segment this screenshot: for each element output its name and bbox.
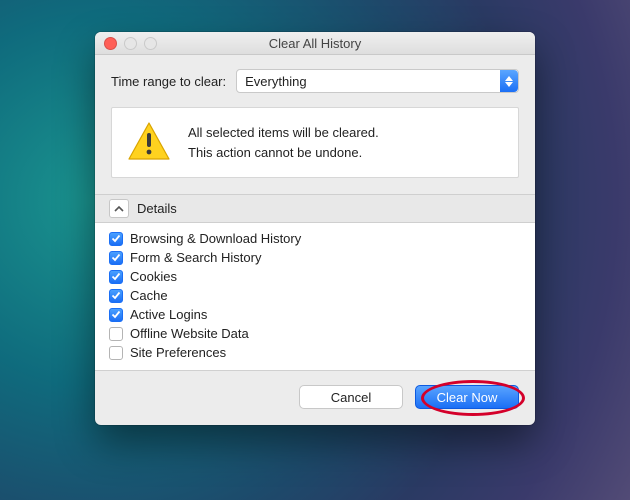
checkbox-label: Site Preferences bbox=[130, 345, 226, 360]
checkbox[interactable] bbox=[109, 327, 123, 341]
checkbox-row[interactable]: Form & Search History bbox=[109, 248, 521, 267]
checkbox-label: Cookies bbox=[130, 269, 177, 284]
checkbox[interactable] bbox=[109, 270, 123, 284]
checkbox[interactable] bbox=[109, 308, 123, 322]
cancel-button-label: Cancel bbox=[331, 390, 371, 405]
dialog-content: Time range to clear: Everything bbox=[95, 55, 535, 425]
checkbox-row[interactable]: Browsing & Download History bbox=[109, 229, 521, 248]
time-range-value: Everything bbox=[245, 74, 306, 89]
checkbox[interactable] bbox=[109, 232, 123, 246]
time-range-row: Time range to clear: Everything bbox=[111, 69, 519, 93]
titlebar: Clear All History bbox=[95, 32, 535, 55]
clear-history-dialog: Clear All History Time range to clear: E… bbox=[95, 32, 535, 425]
checkbox-row[interactable]: Offline Website Data bbox=[109, 324, 521, 343]
select-stepper-icon bbox=[500, 70, 518, 92]
cancel-button[interactable]: Cancel bbox=[299, 385, 403, 409]
window-controls bbox=[104, 37, 157, 50]
details-label: Details bbox=[137, 201, 177, 216]
checkbox[interactable] bbox=[109, 289, 123, 303]
checkbox-label: Form & Search History bbox=[130, 250, 261, 265]
checkbox-row[interactable]: Cookies bbox=[109, 267, 521, 286]
checkbox-label: Offline Website Data bbox=[130, 326, 249, 341]
dialog-buttons: Cancel Clear Now bbox=[111, 371, 519, 409]
checkbox[interactable] bbox=[109, 251, 123, 265]
checkbox[interactable] bbox=[109, 346, 123, 360]
desktop-background: Clear All History Time range to clear: E… bbox=[0, 0, 630, 500]
disclosure-triangle[interactable] bbox=[109, 199, 129, 218]
warning-box: All selected items will be cleared. This… bbox=[111, 107, 519, 178]
maximize-window-button bbox=[144, 37, 157, 50]
checkbox-row[interactable]: Site Preferences bbox=[109, 343, 521, 362]
window-title: Clear All History bbox=[95, 36, 535, 51]
clear-now-button-label: Clear Now bbox=[437, 390, 498, 405]
checkbox-label: Cache bbox=[130, 288, 168, 303]
checkbox-label: Active Logins bbox=[130, 307, 207, 322]
warning-icon bbox=[128, 122, 170, 163]
checkbox-label: Browsing & Download History bbox=[130, 231, 301, 246]
warning-line-2: This action cannot be undone. bbox=[188, 143, 379, 163]
warning-line-1: All selected items will be cleared. bbox=[188, 123, 379, 143]
warning-text: All selected items will be cleared. This… bbox=[188, 123, 379, 162]
checkbox-row[interactable]: Active Logins bbox=[109, 305, 521, 324]
checkbox-row[interactable]: Cache bbox=[109, 286, 521, 305]
details-checklist: Browsing & Download History Form & Searc… bbox=[95, 223, 535, 371]
clear-now-button[interactable]: Clear Now bbox=[415, 385, 519, 409]
chevron-up-icon bbox=[114, 205, 124, 213]
details-header[interactable]: Details bbox=[95, 194, 535, 223]
time-range-label: Time range to clear: bbox=[111, 74, 226, 89]
close-window-button[interactable] bbox=[104, 37, 117, 50]
minimize-window-button bbox=[124, 37, 137, 50]
time-range-select[interactable]: Everything bbox=[236, 69, 519, 93]
